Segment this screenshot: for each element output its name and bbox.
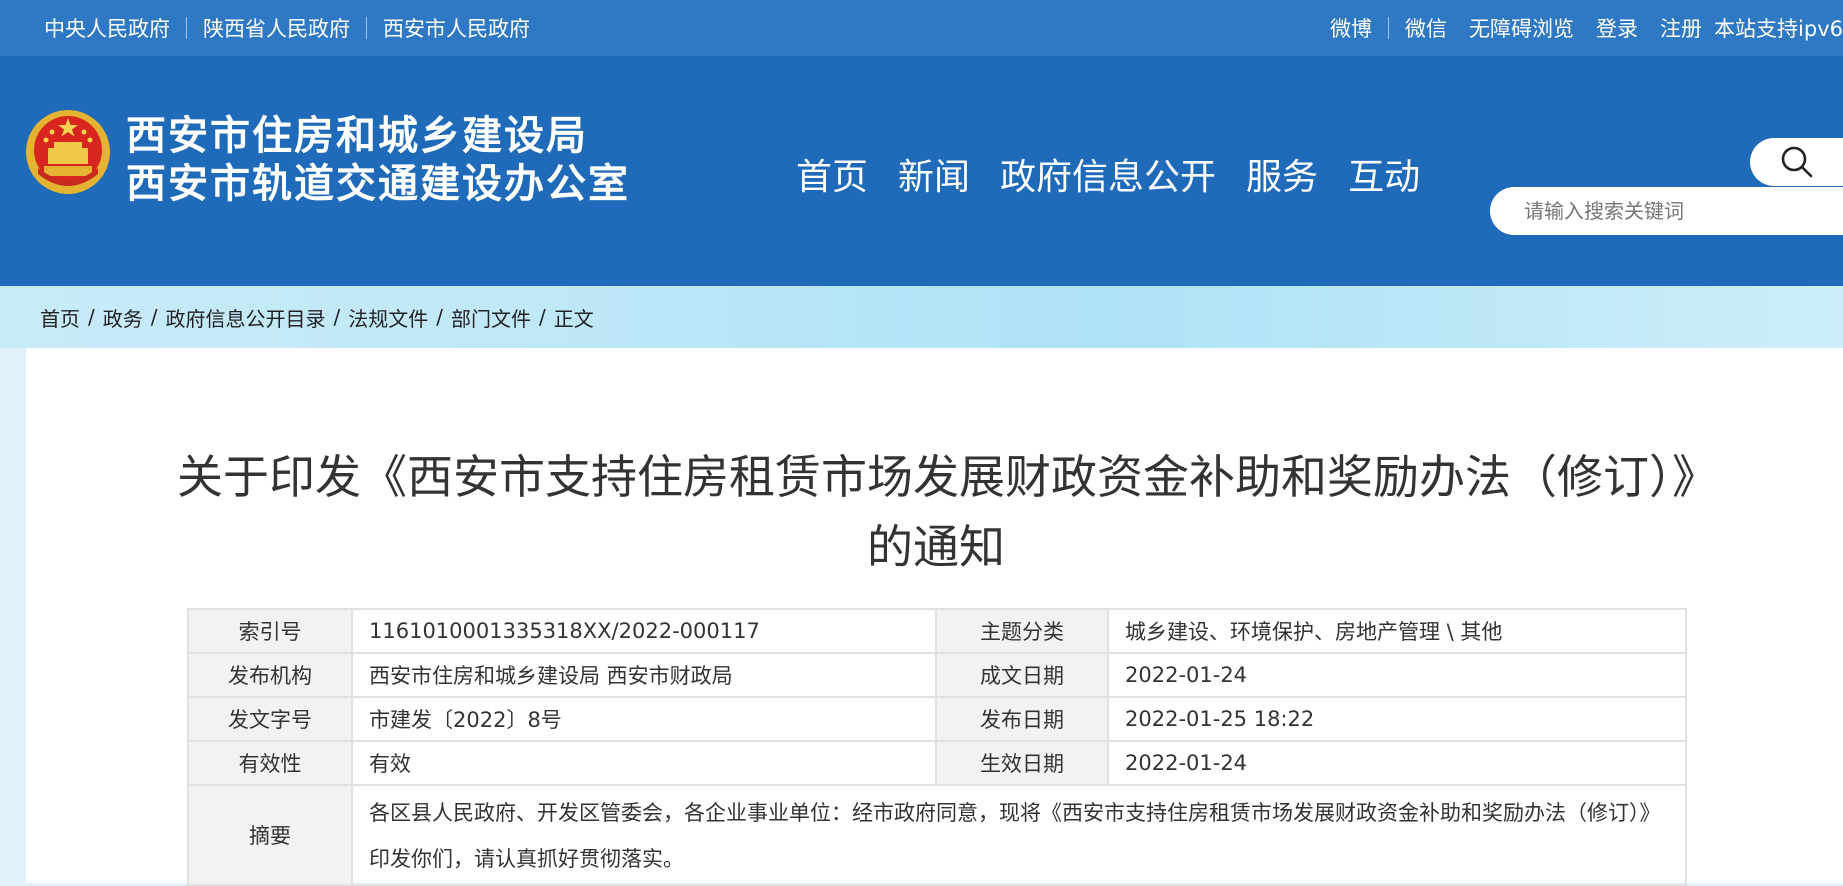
table-row: 摘要 各区县人民政府、开发区管委会，各企业事业单位：经市政府同意，现将《西安市支…: [187, 784, 1687, 886]
breadcrumb: 首页 / 政务 / 政府信息公开目录 / 法规文件 / 部门文件 / 正文: [40, 286, 594, 348]
ipv6-support-label: 本站支持ipv6: [1714, 17, 1843, 41]
crumb-regulations[interactable]: 法规文件: [348, 303, 428, 332]
summary-value: 各区县人民政府、开发区管委会，各企业事业单位：经市政府同意，现将《西安市支持住房…: [351, 784, 1687, 886]
table-row: 有效性 有效 生效日期 2022-01-24: [187, 740, 1687, 786]
crumb-home[interactable]: 首页: [40, 303, 80, 332]
crumb-separator: /: [88, 305, 95, 329]
nav-gov-info[interactable]: 政府信息公开: [1000, 148, 1216, 200]
effective-date-value: 2022-01-24: [1107, 740, 1687, 786]
validity-value: 有效: [351, 740, 937, 786]
search-button[interactable]: [1750, 138, 1843, 186]
link-weibo[interactable]: 微博: [1330, 13, 1372, 43]
created-date-label: 成文日期: [935, 652, 1109, 698]
crumb-current: 正文: [553, 306, 594, 331]
created-date-value: 2022-01-24: [1107, 652, 1687, 698]
published-date-label: 发布日期: [935, 696, 1109, 742]
topic-value: 城乡建设、环境保护、房地产管理 \ 其他: [1107, 608, 1687, 654]
doc-number-label: 发文字号: [187, 696, 353, 742]
crumb-dept-docs[interactable]: 部门文件: [451, 303, 531, 332]
link-login[interactable]: 登录: [1596, 13, 1638, 43]
national-emblem-icon: [26, 110, 110, 194]
divider: [366, 17, 367, 39]
crumb-separator: /: [436, 305, 443, 329]
search-icon: [1781, 146, 1812, 178]
article-panel: 关于印发《西安市支持住房租赁市场发展财政资金补助和奖励办法（修订）》的通知 索引…: [26, 348, 1843, 886]
gov-links: 中央人民政府 陕西省人民政府 西安市人民政府: [44, 0, 530, 56]
divider: [186, 17, 187, 39]
document-info-table: 索引号 1161010001335318XX/2022-000117 主题分类 …: [187, 608, 1687, 886]
main-nav: 首页 新闻 政府信息公开 服务 互动: [796, 148, 1420, 200]
nav-interaction[interactable]: 互动: [1348, 148, 1420, 200]
crumb-info-catalog[interactable]: 政府信息公开目录: [166, 303, 326, 332]
breadcrumb-band: 首页 / 政务 / 政府信息公开目录 / 法规文件 / 部门文件 / 正文: [0, 286, 1843, 348]
link-xian-gov[interactable]: 西安市人民政府: [383, 13, 530, 43]
link-register[interactable]: 注册: [1660, 13, 1702, 43]
nav-service[interactable]: 服务: [1246, 148, 1318, 200]
crumb-separator: /: [333, 305, 341, 329]
table-row: 发布机构 西安市住房和城乡建设局 西安市财政局 成文日期 2022-01-24: [187, 652, 1687, 698]
nav-home[interactable]: 首页: [796, 148, 868, 200]
nav-news[interactable]: 新闻: [898, 148, 970, 200]
divider: [1388, 17, 1390, 39]
link-central-gov[interactable]: 中央人民政府: [44, 13, 170, 43]
search-input[interactable]: [1490, 187, 1843, 235]
site-title[interactable]: 西安市住房和城乡建设局 西安市轨道交通建设办公室: [126, 112, 630, 208]
site-header: 西安市住房和城乡建设局 西安市轨道交通建设办公室 首页 新闻 政府信息公开 服务…: [0, 56, 1843, 286]
publisher-value: 西安市住房和城乡建设局 西安市财政局: [351, 652, 937, 698]
user-links: 微博 微信 无障碍浏览 登录 注册 本站支持ipv6: [1330, 0, 1843, 56]
site-title-line1: 西安市住房和城乡建设局: [126, 113, 588, 159]
crumb-separator: /: [539, 305, 546, 329]
top-utility-bar: 中央人民政府 陕西省人民政府 西安市人民政府 微博 微信 无障碍浏览 登录 注册…: [0, 0, 1843, 56]
page-title: 关于印发《西安市支持住房租赁市场发展财政资金补助和奖励办法（修订）》的通知: [177, 450, 1695, 574]
publisher-label: 发布机构: [187, 652, 353, 698]
link-accessibility[interactable]: 无障碍浏览: [1469, 13, 1574, 43]
summary-label: 摘要: [187, 784, 353, 886]
link-wechat[interactable]: 微信: [1405, 13, 1447, 43]
topic-label: 主题分类: [935, 608, 1109, 654]
site-title-line2: 西安市轨道交通建设办公室: [126, 161, 630, 207]
table-row: 索引号 1161010001335318XX/2022-000117 主题分类 …: [187, 608, 1687, 654]
published-date-value: 2022-01-25 18:22: [1107, 696, 1687, 742]
table-row: 发文字号 市建发〔2022〕8号 发布日期 2022-01-25 18:22: [187, 696, 1687, 742]
crumb-affairs[interactable]: 政务: [103, 303, 143, 332]
crumb-separator: /: [150, 305, 158, 329]
validity-label: 有效性: [187, 740, 353, 786]
index-value: 1161010001335318XX/2022-000117: [351, 608, 937, 654]
index-label: 索引号: [187, 608, 353, 654]
link-shaanxi-gov[interactable]: 陕西省人民政府: [203, 13, 350, 43]
effective-date-label: 生效日期: [935, 740, 1109, 786]
doc-number-value: 市建发〔2022〕8号: [351, 696, 937, 742]
